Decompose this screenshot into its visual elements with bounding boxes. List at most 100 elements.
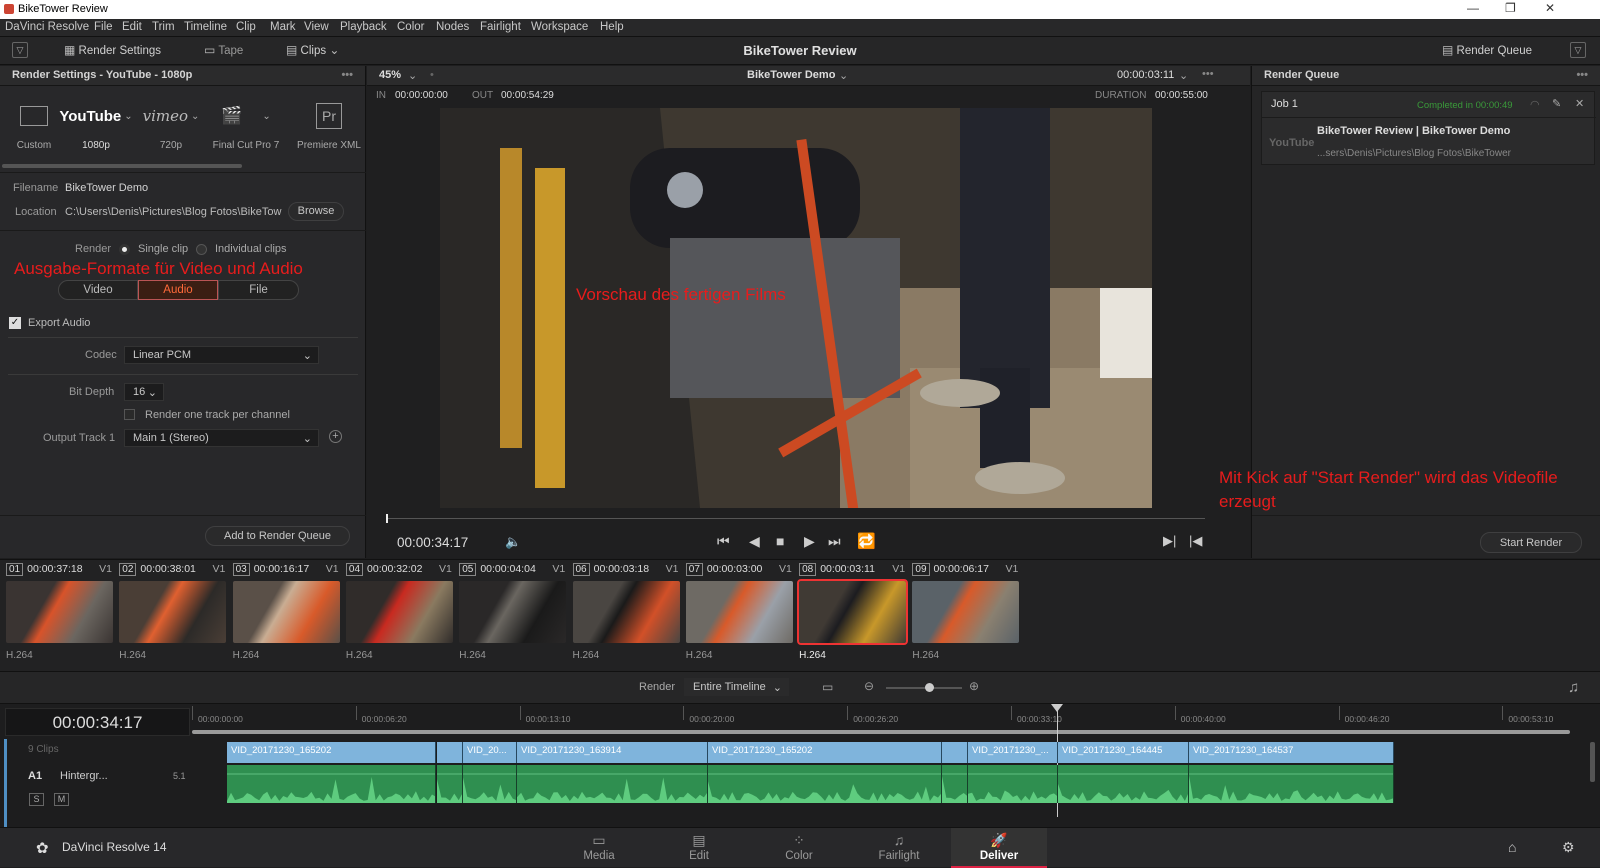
clip-thumbnail[interactable]: [572, 581, 680, 643]
clip-thumbnail-item[interactable]: 02 00:00:38:01 V1 H.264: [119, 563, 229, 661]
tape-button[interactable]: ▭ Tape: [204, 43, 243, 57]
tab-video[interactable]: Video: [58, 280, 138, 300]
zoom-level[interactable]: 45%: [379, 69, 401, 81]
clip-thumbnail[interactable]: [459, 581, 567, 643]
clip-thumbnail[interactable]: [345, 581, 453, 643]
menu-playback[interactable]: Playback: [340, 21, 387, 33]
timeline-video-clip[interactable]: VID_20171230_165202: [708, 742, 942, 763]
tab-audio[interactable]: Audio: [138, 280, 218, 300]
page-deliver[interactable]: 🚀 Deliver: [951, 828, 1047, 868]
presets-scrollbar[interactable]: [2, 164, 242, 168]
more-options-icon[interactable]: •••: [1202, 68, 1214, 80]
clip-thumbnail-item[interactable]: 08 00:00:03:11 V1 H.264: [797, 563, 909, 661]
volume-icon[interactable]: 🔈: [505, 534, 521, 550]
codec-dropdown[interactable]: Linear PCM ⌄: [124, 346, 319, 364]
render-settings-button[interactable]: ▦ Render Settings: [64, 43, 161, 57]
menu-color[interactable]: Color: [397, 21, 424, 33]
location-field[interactable]: C:\Users\Denis\Pictures\Blog Fotos\BikeT…: [65, 206, 283, 218]
add-track-icon[interactable]: +: [329, 430, 342, 443]
timeline-video-clip[interactable]: VID_20171230_164537: [1189, 742, 1394, 763]
menu-workspace[interactable]: Workspace: [531, 21, 588, 33]
timeline-video-clip[interactable]: VID_20...: [463, 742, 517, 763]
one-track-checkbox[interactable]: [124, 409, 135, 420]
clip-thumbnail-item[interactable]: 01 00:00:37:18 V1 H.264: [6, 563, 116, 661]
video-preview[interactable]: [440, 108, 1152, 508]
clip-thumbnail[interactable]: [232, 581, 340, 643]
preset-final-cut[interactable]: 🎬 ⌄ Final Cut Pro 7: [206, 96, 286, 151]
zoom-slider-handle[interactable]: [925, 683, 934, 692]
go-to-end-icon[interactable]: ⏭: [828, 533, 841, 550]
go-to-start-icon[interactable]: ⏮: [717, 533, 730, 550]
gear-icon[interactable]: ⚙: [1562, 839, 1575, 856]
previous-edit-icon[interactable]: |◀: [1189, 533, 1202, 549]
menu-davinci[interactable]: DaVinci Resolve: [5, 21, 89, 33]
scrubber-track[interactable]: [387, 518, 1205, 519]
more-options-icon[interactable]: •••: [1576, 69, 1588, 81]
loop-icon[interactable]: 🔁: [857, 532, 876, 550]
play-icon[interactable]: ▶: [804, 533, 815, 550]
zoom-slider[interactable]: [886, 687, 962, 689]
output-track-dropdown[interactable]: Main 1 (Stereo) ⌄: [124, 429, 319, 447]
tab-file[interactable]: File: [218, 280, 299, 300]
timeline-audio-clip[interactable]: [1189, 765, 1394, 803]
clip-thumbnail-item[interactable]: 04 00:00:32:02 V1 H.264: [345, 563, 456, 661]
next-edit-icon[interactable]: ▶|: [1163, 533, 1176, 549]
individual-clips-radio[interactable]: [196, 244, 207, 255]
page-media[interactable]: ▭ Media: [551, 828, 647, 868]
timeline-audio-clip[interactable]: [227, 765, 436, 803]
timeline-video-clip[interactable]: VID_20171230_...: [968, 742, 1058, 763]
chevron-down-icon[interactable]: ⌄: [839, 69, 848, 82]
add-to-render-queue-button[interactable]: Add to Render Queue: [205, 526, 350, 546]
preset-youtube[interactable]: YouTube ⌄ 1080p: [56, 96, 136, 152]
panel-toggle-icon[interactable]: ▽: [12, 42, 28, 58]
more-options-icon[interactable]: •••: [341, 69, 353, 81]
menu-edit[interactable]: Edit: [122, 21, 142, 33]
timeline-audio-clip[interactable]: [942, 765, 968, 803]
edit-icon[interactable]: ✎: [1552, 97, 1561, 110]
render-job[interactable]: Job 1 Completed in 00:00:49 ◠ ✎ ✕ YouTub…: [1261, 91, 1596, 165]
page-edit[interactable]: ▤ Edit: [651, 828, 747, 868]
maximize-icon[interactable]: ❐: [1505, 1, 1516, 15]
render-queue-button[interactable]: ▤ Render Queue: [1442, 43, 1532, 57]
clip-thumbnail-item[interactable]: 03 00:00:16:17 V1 H.264: [232, 563, 343, 661]
preset-vimeo[interactable]: vimeo ⌄ 720p: [131, 96, 211, 151]
music-note-icon[interactable]: ♫: [1568, 679, 1579, 696]
timeline-audio-clip[interactable]: [463, 765, 517, 803]
page-color[interactable]: ⁘ Color: [751, 828, 847, 868]
browse-button[interactable]: Browse: [288, 202, 344, 221]
menu-view[interactable]: View: [304, 21, 329, 33]
menu-mark[interactable]: Mark: [270, 21, 296, 33]
timeline-video-clip[interactable]: VID_20171230_164445: [1058, 742, 1189, 763]
viewer-clip-name[interactable]: BikeTower Demo: [747, 69, 835, 81]
clip-thumbnail-item[interactable]: 09 00:00:06:17 V1 H.264: [912, 563, 1022, 661]
menu-clip[interactable]: Clip: [236, 21, 256, 33]
clip-thumbnail[interactable]: [797, 579, 909, 645]
single-clip-radio[interactable]: [119, 244, 130, 255]
clip-thumbnail[interactable]: [912, 581, 1020, 643]
panel-toggle-right-icon[interactable]: ▽: [1570, 42, 1586, 58]
clip-thumbnail-item[interactable]: 07 00:00:03:00 V1 H.264: [685, 563, 796, 661]
timeline-audio-clip[interactable]: [968, 765, 1058, 803]
bit-depth-dropdown[interactable]: 16 ⌄: [124, 383, 164, 401]
zoom-out-icon[interactable]: ⊖: [864, 679, 874, 693]
timeline-audio-clip[interactable]: [708, 765, 942, 803]
timeline-audio-clip[interactable]: [517, 765, 708, 803]
clip-thumbnail-item[interactable]: 06 00:00:03:18 V1 H.264: [572, 563, 683, 661]
chevron-down-icon[interactable]: ⌄: [1179, 69, 1188, 82]
page-fairlight[interactable]: ♫ Fairlight: [851, 828, 947, 868]
menu-file[interactable]: File: [94, 21, 113, 33]
zoom-in-icon[interactable]: ⊕: [969, 679, 979, 693]
close-icon[interactable]: ✕: [1545, 1, 1555, 15]
preset-premiere[interactable]: Pr Premiere XML: [289, 96, 369, 151]
minimize-icon[interactable]: —: [1467, 1, 1479, 15]
timeline-video-clip[interactable]: VID_20171230_165202: [227, 742, 436, 763]
timeline-audio-clip[interactable]: [437, 765, 463, 803]
menu-timeline[interactable]: Timeline: [184, 21, 227, 33]
timeline-video-clip[interactable]: VID_20171230_163914: [517, 742, 708, 763]
clip-thumbnail[interactable]: [6, 581, 113, 643]
viewer-timecode[interactable]: 00:00:03:11: [1117, 69, 1174, 81]
clips-button[interactable]: ▤ Clips ⌄: [286, 43, 339, 57]
timeline-vscrollbar[interactable]: [1590, 742, 1595, 782]
play-reverse-icon[interactable]: ◀: [749, 533, 760, 550]
clip-thumbnail[interactable]: [685, 581, 793, 643]
